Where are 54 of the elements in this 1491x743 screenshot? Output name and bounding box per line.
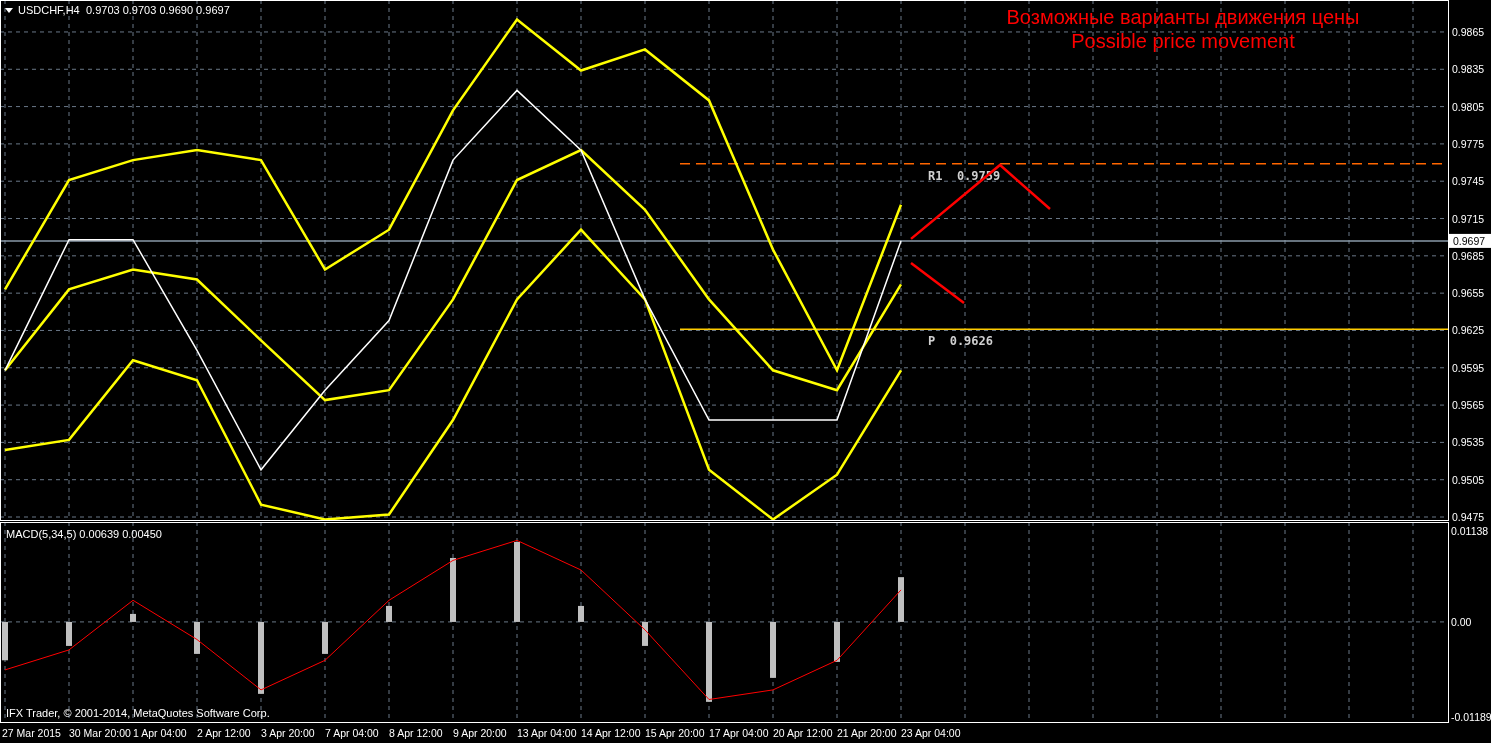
time-axis-label: 23 Apr 04:00	[901, 727, 961, 739]
symbol-label: USDCHF,H4	[18, 4, 80, 16]
macd-axis-label: 0.01138	[1451, 524, 1489, 537]
time-axis-label: 8 Apr 12:00	[389, 727, 443, 739]
macd-bar	[130, 613, 136, 622]
dropdown-icon[interactable]	[5, 8, 13, 13]
time-axis-label: 17 Apr 04:00	[709, 727, 769, 739]
pivot-level-label: P 0.9626	[928, 334, 994, 349]
time-axis-label: 20 Apr 12:00	[773, 727, 833, 739]
macd-bar	[2, 621, 8, 661]
time-axis-label: 13 Apr 04:00	[517, 727, 577, 739]
time-axis-label: 30 Mar 20:00	[69, 727, 131, 739]
macd-bar	[642, 621, 648, 646]
price-axis-label: 0.9835	[1452, 63, 1485, 76]
macd-bar	[578, 605, 584, 622]
macd-axis-label: 0.00	[1451, 615, 1472, 628]
time-axis-label: 27 Mar 2015	[2, 727, 61, 739]
price-axis-label: 0.9535	[1452, 436, 1485, 449]
price-axis-label: 0.9685	[1452, 249, 1485, 262]
macd-bar	[66, 621, 72, 646]
price-axis-label: 0.9745	[1452, 175, 1485, 188]
time-axis-label: 15 Apr 20:00	[645, 727, 705, 739]
macd-bar	[770, 621, 776, 678]
price-axis-label: 0.9505	[1452, 473, 1485, 486]
price-axis-label: 0.9475	[1452, 511, 1485, 522]
time-axis-label: 7 Apr 04:00	[325, 727, 379, 739]
time-axis-label: 14 Apr 12:00	[581, 727, 641, 739]
time-axis-label: 21 Apr 20:00	[837, 727, 897, 739]
price-axis-label: 0.9805	[1452, 100, 1485, 113]
price-axis-label: 0.9775	[1452, 137, 1485, 150]
price-axis-label: 0.9595	[1452, 361, 1485, 374]
ohlc-values: 0.9703 0.9703 0.9690 0.9697	[86, 4, 230, 16]
time-axis-label: 1 Apr 04:00	[133, 727, 187, 739]
price-axis-label: 0.9625	[1452, 324, 1485, 337]
macd-label: MACD(5,34,5) 0.00639 0.00450	[6, 528, 162, 540]
current-price-tag: 0.9697	[1449, 233, 1491, 248]
price-axis-label: 0.9715	[1452, 212, 1485, 225]
ref-line-label: 0.9697	[1453, 234, 1486, 247]
chart-title: Possible price movement	[1071, 30, 1295, 52]
time-axis-label: 9 Apr 20:00	[453, 727, 507, 739]
macd-bar	[194, 621, 200, 654]
macd-bar	[450, 557, 456, 622]
price-axis-label: 0.9865	[1452, 25, 1485, 38]
macd-bar	[834, 621, 840, 662]
price-axis-label: 0.9565	[1452, 399, 1485, 412]
macd-axis-label: -0.01189	[1451, 710, 1491, 723]
macd-bar	[386, 605, 392, 622]
copyright-text: IFX Trader, © 2001-2014, MetaQuotes Software Corp.	[6, 707, 270, 719]
time-axis-label: 2 Apr 12:00	[197, 727, 251, 739]
time-axis-label: 3 Apr 20:00	[261, 727, 315, 739]
chart-title: Возможные варианты движения цены	[1006, 6, 1360, 28]
price-axis-label: 0.9655	[1452, 287, 1485, 300]
macd-bar	[322, 621, 328, 654]
macd-bar	[898, 577, 904, 622]
